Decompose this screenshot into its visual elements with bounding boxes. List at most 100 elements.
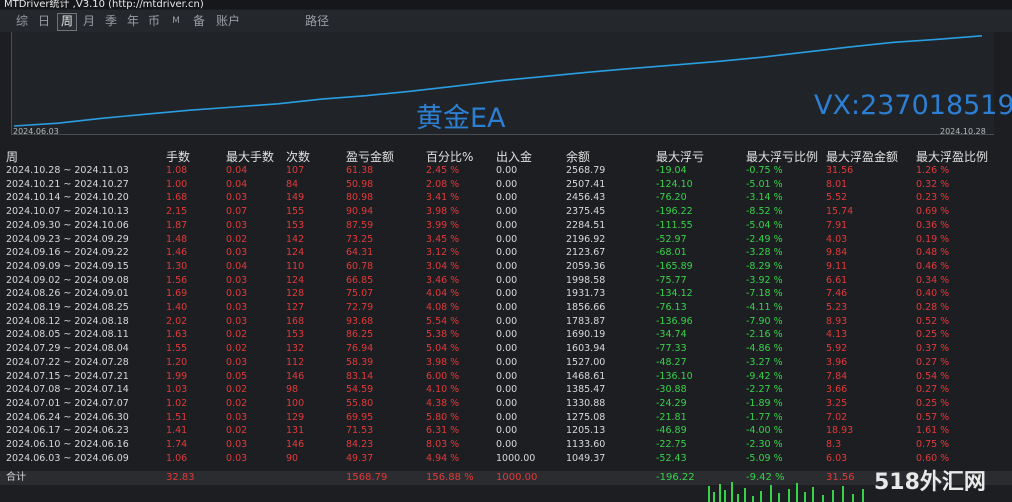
table-row[interactable]: 2024.06.17 ~ 2024.06.23 1.41 0.02 131 71.53 6… <box>0 424 1012 437</box>
tab-account[interactable]: 账户 <box>214 13 242 29</box>
col-header-lots[interactable]: 手数 <box>166 148 190 165</box>
tab-month[interactable]: 月 <box>81 13 97 29</box>
table-row[interactable]: 2024.06.03 ~ 2024.06.09 1.06 0.03 90 49.37 4.… <box>0 452 1012 465</box>
table-row[interactable]: 2024.07.08 ~ 2024.07.14 1.03 0.02 98 54.59 4.… <box>0 383 1012 396</box>
cell-max-floating-profit-ratio: 0.75 % <box>916 439 950 450</box>
table-row[interactable]: 2024.09.09 ~ 2024.09.15 1.30 0.04 110 60.78 3… <box>0 260 1012 273</box>
cell-week: 2024.08.26 ~ 2024.09.01 <box>6 288 129 300</box>
col-header-count[interactable]: 次数 <box>286 148 310 165</box>
col-header-max-lots[interactable]: 最大手数 <box>226 148 274 165</box>
cell-week: 2024.09.02 ~ 2024.09.08 <box>6 274 129 286</box>
table-row[interactable]: 2024.08.05 ~ 2024.08.11 1.63 0.02 153 86.25 5… <box>0 328 1012 341</box>
cell-max-lots: 0.02 <box>226 384 248 396</box>
col-header-profit[interactable]: 盈亏金额 <box>346 148 394 165</box>
cell-profit: 49.37 <box>346 452 374 464</box>
cell-count: 142 <box>286 233 305 245</box>
cell-lots: 1.41 <box>166 425 188 437</box>
cell-max-floating-profit: 31.56 <box>826 165 854 176</box>
cell-percent: 8.03 % <box>426 439 460 450</box>
tab-day[interactable]: 日 <box>36 13 52 29</box>
table-row[interactable]: 2024.10.07 ~ 2024.10.13 2.15 0.07 155 90.94 3… <box>0 205 1012 218</box>
cell-max-lots: 0.04 <box>226 178 248 190</box>
cell-deposit: 0.00 <box>496 302 518 313</box>
tab-week[interactable]: 周 <box>57 13 77 31</box>
table-row[interactable]: 2024.09.02 ~ 2024.09.08 1.56 0.03 124 66.85 3… <box>0 274 1012 287</box>
cell-max-drawdown-ratio: -3.14 % <box>746 192 783 204</box>
tab-m[interactable]: M <box>170 13 182 29</box>
cell-lots: 1.02 <box>166 397 188 409</box>
cell-max-floating-profit: 3.66 <box>826 384 848 396</box>
cell-profit: 55.80 <box>346 397 374 409</box>
cell-max-floating-profit-ratio: 0.19 % <box>916 233 950 245</box>
cell-week: 2024.07.15 ~ 2024.07.21 <box>6 370 129 382</box>
cell-week: 2024.09.09 ~ 2024.09.15 <box>6 260 129 272</box>
cell-profit: 86.25 <box>346 329 374 341</box>
cell-max-drawdown: -196.22 <box>656 206 693 218</box>
cell-balance: 1998.58 <box>566 274 606 286</box>
cell-deposit: 0.00 <box>496 233 518 245</box>
cell-week: 2024.06.03 ~ 2024.06.09 <box>6 452 129 464</box>
cell-profit: 66.85 <box>346 274 374 286</box>
table-row[interactable]: 2024.07.29 ~ 2024.08.04 1.55 0.02 132 76.94 5… <box>0 342 1012 355</box>
table-row[interactable]: 2024.08.12 ~ 2024.08.18 2.02 0.03 168 93.68 5… <box>0 315 1012 328</box>
table-row[interactable]: 2024.06.10 ~ 2024.06.16 1.74 0.03 146 84.23 8… <box>0 438 1012 451</box>
tab-note[interactable]: 备 <box>191 13 207 29</box>
cell-lots: 1.87 <box>166 219 188 231</box>
cell-max-lots: 0.03 <box>226 452 248 464</box>
table-row[interactable]: 2024.10.28 ~ 2024.11.03 1.08 0.04 107 61.38 2… <box>0 164 1012 177</box>
cell-max-floating-profit-ratio: 0.48 % <box>916 247 950 259</box>
table-row[interactable]: 2024.09.16 ~ 2024.09.22 1.46 0.03 124 64.31 3… <box>0 246 1012 259</box>
cell-max-drawdown: -52.43 <box>656 452 687 464</box>
tab-quarter[interactable]: 季 <box>103 13 119 29</box>
cell-max-floating-profit-ratio: 0.46 % <box>916 260 950 272</box>
cell-deposit: 0.00 <box>496 397 518 409</box>
cell-max-lots: 0.03 <box>226 439 248 450</box>
cell-max-drawdown: -48.27 <box>656 356 687 368</box>
cell-max-lots: 0.02 <box>226 425 248 437</box>
table-row[interactable]: 2024.07.15 ~ 2024.07.21 1.99 0.05 146 83.14 6… <box>0 370 1012 383</box>
cell-profit: 80.98 <box>346 192 374 204</box>
cell-max-drawdown: -75.77 <box>656 274 687 286</box>
cell-max-floating-profit: 8.93 <box>826 315 848 327</box>
cell-balance: 1603.94 <box>566 343 606 355</box>
tab-summary[interactable]: 综 <box>14 13 30 29</box>
cell-max-drawdown: -124.10 <box>656 178 693 190</box>
tab-year[interactable]: 年 <box>125 13 141 29</box>
table-row[interactable]: 2024.08.26 ~ 2024.09.01 1.69 0.03 128 75.07 4… <box>0 287 1012 300</box>
tab-path[interactable]: 路径 <box>303 13 331 29</box>
table-row[interactable]: 2024.09.30 ~ 2024.10.06 1.87 0.03 153 87.59 3… <box>0 219 1012 232</box>
cell-deposit: 0.00 <box>496 274 518 286</box>
cell-max-lots: 0.03 <box>226 356 248 368</box>
table-row[interactable]: 2024.07.22 ~ 2024.07.28 1.20 0.03 112 58.39 3… <box>0 356 1012 369</box>
cell-max-lots: 0.04 <box>226 165 248 176</box>
cell-max-floating-profit-ratio: 0.28 % <box>916 302 950 313</box>
table-row[interactable]: 2024.07.01 ~ 2024.07.07 1.02 0.02 100 55.80 4… <box>0 397 1012 410</box>
col-header-max-drawdown-ratio[interactable]: 最大浮亏比例 <box>746 148 818 165</box>
cell-max-drawdown-ratio: -0.75 % <box>746 165 783 176</box>
cell-max-drawdown: -136.10 <box>656 370 693 382</box>
table-row[interactable]: 2024.08.19 ~ 2024.08.25 1.40 0.03 127 72.79 4… <box>0 301 1012 314</box>
table-row[interactable]: 2024.10.14 ~ 2024.10.20 1.68 0.03 149 80.98 3… <box>0 191 1012 204</box>
col-header-max-drawdown[interactable]: 最大浮亏 <box>656 148 704 165</box>
table-row[interactable]: 2024.09.23 ~ 2024.09.29 1.48 0.02 142 73.25 3… <box>0 233 1012 246</box>
table-row[interactable]: 2024.10.21 ~ 2024.10.27 1.00 0.04 84 50.98 2.… <box>0 178 1012 191</box>
col-header-max-floating-profit-ratio[interactable]: 最大浮盈比例 <box>916 148 988 165</box>
col-header-percent[interactable]: 百分比% <box>426 148 473 165</box>
table-row[interactable]: 2024.06.24 ~ 2024.06.30 1.51 0.03 129 69.95 5… <box>0 411 1012 424</box>
cell-balance: 2456.43 <box>566 192 606 204</box>
cell-profit: 64.31 <box>346 247 374 259</box>
tab-currency[interactable]: 币 <box>146 13 162 29</box>
cell-deposit: 0.00 <box>496 439 518 450</box>
col-header-week[interactable]: 周 <box>6 148 18 165</box>
cell-week: 2024.06.10 ~ 2024.06.16 <box>6 439 129 450</box>
cell-lots: 1.08 <box>166 165 188 176</box>
cell-max-lots: 0.03 <box>226 411 248 423</box>
cell-profit: 61.38 <box>346 165 374 176</box>
col-header-deposit[interactable]: 出入金 <box>496 148 532 165</box>
col-header-max-floating-profit[interactable]: 最大浮盈金额 <box>826 148 898 165</box>
cell-lots: 1.06 <box>166 452 188 464</box>
cell-max-drawdown-ratio: -8.52 % <box>746 206 783 218</box>
cell-percent: 4.08 % <box>426 302 460 313</box>
weekly-stats-table: 周 手数 最大手数 次数 盈亏金额 百分比% 出入金 余额 最大浮亏 最大浮亏比… <box>0 146 1012 502</box>
col-header-balance[interactable]: 余额 <box>566 148 590 165</box>
